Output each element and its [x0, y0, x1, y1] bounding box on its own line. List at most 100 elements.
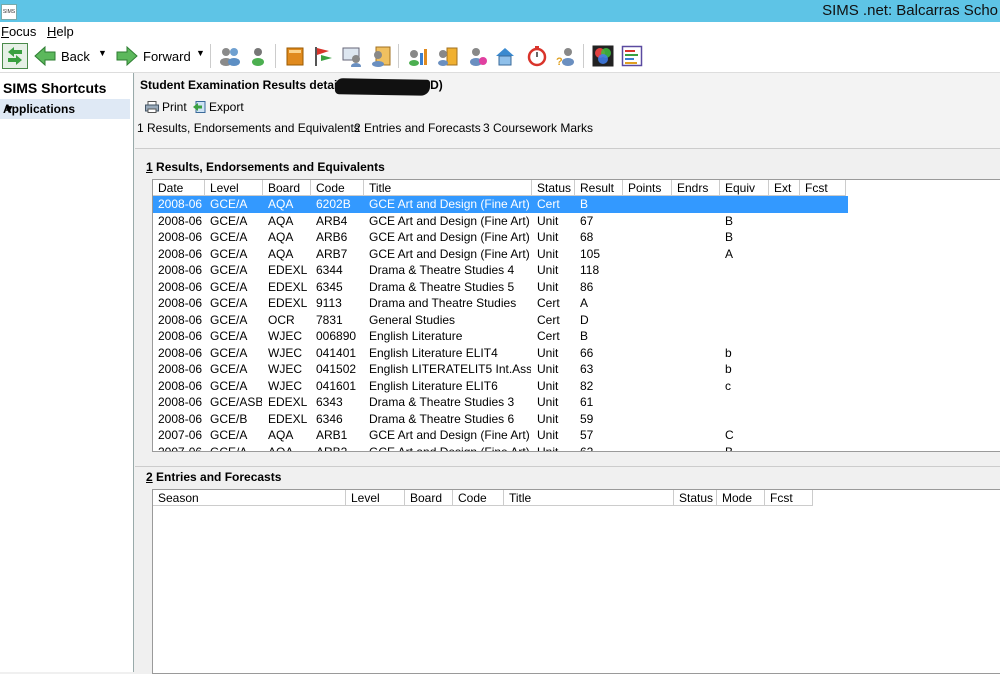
- cell-board: WJEC: [268, 329, 302, 343]
- table-row[interactable]: 2008-06 GCE/A EDEXL 9113 Drama and Theatre S…: [153, 295, 848, 312]
- back-dropdown-icon[interactable]: ▼: [98, 48, 107, 58]
- table-row[interactable]: 2008-06 GCE/A EDEXL 6344 Drama & Theatre Stu…: [153, 262, 848, 279]
- back-arrow-icon[interactable]: [34, 45, 56, 67]
- cell-equiv: b: [725, 362, 732, 376]
- forward-arrow-icon[interactable]: [116, 45, 138, 67]
- table-row[interactable]: 2008-06 GCE/A EDEXL 6345 Drama & Theatre Stu…: [153, 279, 848, 296]
- person-pink-icon[interactable]: [466, 45, 488, 67]
- cell-status: Cert: [537, 197, 560, 211]
- page-header: Student Examination Results details: (13…: [135, 73, 1000, 149]
- cell-board: WJEC: [268, 345, 302, 360]
- column-header-board[interactable]: Board: [405, 490, 453, 506]
- table-row[interactable]: 2008-06 GCE/A OCR 7831 General Studies Cert D: [153, 312, 848, 329]
- stopwatch-icon[interactable]: [526, 45, 548, 67]
- cell-status: Unit: [537, 428, 559, 442]
- export-button[interactable]: Export: [192, 100, 244, 114]
- person-chart-icon[interactable]: [408, 45, 430, 67]
- column-header-endrs[interactable]: Endrs: [672, 180, 720, 196]
- person-question-icon[interactable]: ?: [555, 45, 577, 67]
- cell-code: 6345: [316, 279, 343, 294]
- cell-level: GCE/A: [210, 279, 248, 294]
- tab-results[interactable]: 1 Results, Endorsements and Equivalents: [137, 121, 360, 135]
- print-button[interactable]: Print: [145, 100, 187, 114]
- menu-help[interactable]: Help: [47, 24, 74, 39]
- table-row[interactable]: 2008-06 GCE/A WJEC 041601 English Literature…: [153, 378, 848, 395]
- column-header-code[interactable]: Code: [311, 180, 364, 196]
- sims-app-icon[interactable]: SIMS: [1, 4, 17, 20]
- table-row[interactable]: 2008-06 GCE/B EDEXL 6346 Drama & Theatre Stu…: [153, 411, 848, 428]
- window-title: SIMS .net: Balcarras Scho: [822, 2, 998, 19]
- cell-title: Drama & Theatre Studies 4: [369, 263, 515, 277]
- cell-date: 2008-06: [158, 378, 203, 393]
- person-icon[interactable]: [247, 45, 269, 67]
- column-header-status[interactable]: Status: [674, 490, 717, 506]
- table-row[interactable]: 2008-06 GCE/A AQA ARB4 GCE Art and Design (F…: [153, 213, 848, 230]
- cell-date: 2008-06: [158, 296, 203, 310]
- cell-code: ARB7: [316, 246, 348, 261]
- column-header-date[interactable]: Date: [153, 180, 205, 196]
- cell-date: 2008-06: [158, 230, 203, 244]
- list-window-icon[interactable]: [621, 45, 643, 67]
- cell-level: GCE/A: [210, 230, 248, 244]
- column-header-mode[interactable]: Mode: [717, 490, 765, 506]
- cell-status: Unit: [537, 230, 559, 244]
- back-button[interactable]: Back: [61, 49, 90, 64]
- table-row[interactable]: 2007-06 GCE/A AQA ARB2 GCE Art and Design (F…: [153, 444, 848, 452]
- table-row[interactable]: 2008-06 GCE/A AQA 6202B GCE Art and Design (…: [153, 196, 848, 213]
- column-header-code[interactable]: Code: [453, 490, 504, 506]
- cell-status: Unit: [537, 362, 559, 376]
- cell-result: 62: [580, 444, 594, 452]
- table-row[interactable]: 2008-06 GCE/A WJEC 041502 English LITERATELI…: [153, 361, 848, 378]
- column-header-status[interactable]: Status: [532, 180, 575, 196]
- house-icon[interactable]: [494, 45, 516, 67]
- swap-arrows-icon[interactable]: [2, 43, 28, 69]
- cell-date: 2008-06: [158, 345, 203, 360]
- column-header-title[interactable]: Title: [504, 490, 674, 506]
- tab-entries[interactable]: 2 Entries and Forecasts: [354, 121, 481, 135]
- cell-status: Cert: [537, 329, 560, 343]
- main-content: Student Examination Results details: (13…: [135, 73, 1000, 674]
- column-header-ext[interactable]: Ext: [769, 180, 800, 196]
- column-header-equiv[interactable]: Equiv: [720, 180, 769, 196]
- flags-icon[interactable]: [312, 45, 334, 67]
- person-building-icon[interactable]: [437, 45, 459, 67]
- results-grid[interactable]: Date Level Board Code Title Status Result Point…: [152, 179, 1000, 452]
- column-header-season[interactable]: Season: [153, 490, 346, 506]
- export-label: Export: [209, 100, 244, 114]
- table-row[interactable]: 2008-06 GCE/A WJEC 041401 English Literature…: [153, 345, 848, 362]
- cell-code: 6202B: [316, 197, 351, 211]
- forward-dropdown-icon[interactable]: ▼: [196, 48, 205, 58]
- cell-title: Drama & Theatre Studies 6: [369, 411, 515, 426]
- cell-board: AQA: [268, 444, 294, 452]
- table-row[interactable]: 2008-06 GCE/A AQA ARB7 GCE Art and Design (F…: [153, 246, 848, 263]
- column-header-result[interactable]: Result: [575, 180, 623, 196]
- toolbar-separator: [583, 44, 584, 68]
- column-header-title[interactable]: Title: [364, 180, 532, 196]
- person-document-icon[interactable]: [370, 45, 392, 67]
- table-row[interactable]: 2008-06 GCE/A AQA ARB6 GCE Art and Design (F…: [153, 229, 848, 246]
- column-header-level[interactable]: Level: [346, 490, 405, 506]
- table-row[interactable]: 2007-06 GCE/A AQA ARB1 GCE Art and Design (F…: [153, 427, 848, 444]
- color-circles-icon[interactable]: [592, 45, 614, 67]
- person-board-icon[interactable]: [341, 45, 363, 67]
- column-header-board[interactable]: Board: [263, 180, 311, 196]
- cell-code: 9113: [316, 296, 342, 310]
- people-group-icon[interactable]: [219, 45, 241, 67]
- book-icon[interactable]: [284, 45, 306, 67]
- table-row[interactable]: 2008-06 GCE/A WJEC 006890 English Literature…: [153, 328, 848, 345]
- forward-button[interactable]: Forward: [143, 49, 191, 64]
- menu-focus[interactable]: Focus: [1, 24, 36, 39]
- cell-code: 6346: [316, 411, 343, 426]
- applications-dropdown[interactable]: Applications ▼: [0, 99, 130, 119]
- column-header-fcst[interactable]: Fcst: [765, 490, 813, 506]
- column-header-points[interactable]: Points: [623, 180, 672, 196]
- entries-grid[interactable]: Season Level Board Code Title Status Mode Fcst: [152, 489, 1000, 674]
- table-row[interactable]: 2008-06 GCE/ASB EDEXL 6343 Drama & Theatre S…: [153, 394, 848, 411]
- column-header-fcst[interactable]: Fcst: [800, 180, 846, 196]
- tab-coursework[interactable]: 3 Coursework Marks: [483, 121, 593, 135]
- column-header-level[interactable]: Level: [205, 180, 263, 196]
- cell-result: 57: [580, 428, 594, 442]
- cell-board: AQA: [268, 197, 294, 211]
- cell-level: GCE/A: [210, 345, 248, 360]
- chevron-down-icon: ▼: [3, 102, 15, 116]
